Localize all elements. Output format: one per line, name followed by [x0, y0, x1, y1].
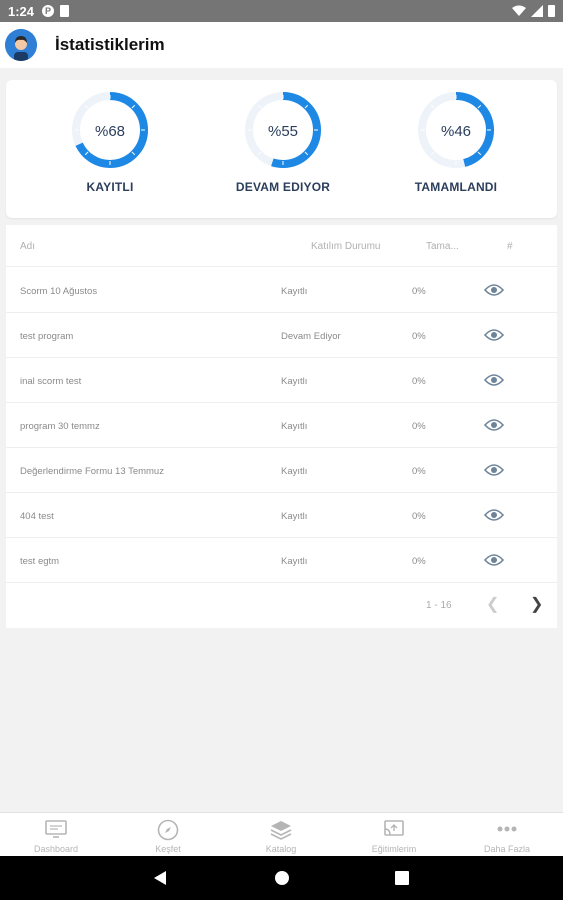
table-row[interactable]: Scorm 10 Ağustos Kayıtlı 0%	[6, 268, 557, 313]
column-header-status[interactable]: Katılım Durumu	[311, 241, 380, 252]
stat-percent: %46	[440, 123, 472, 140]
chevron-right-icon[interactable]: ❯	[530, 594, 543, 614]
page-title: İstatistiklerim	[55, 35, 165, 54]
stat-percent: %55	[267, 123, 299, 140]
chevron-left-icon[interactable]: ❮	[486, 594, 499, 614]
dashboard-icon	[45, 820, 67, 838]
more-icon	[497, 826, 517, 832]
table-row[interactable]: 404 test Kayıtlı 0%	[6, 493, 557, 538]
pagination: 1 - 16 ❮ ❯	[6, 583, 557, 628]
app-bar: İstatistiklerim	[0, 22, 563, 68]
table-row[interactable]: test egtm Kayıtlı 0%	[6, 538, 557, 583]
notification-icon: P	[42, 5, 55, 17]
row-completion: 0%	[412, 556, 426, 567]
stat-label: DEVAM EDIYOR	[235, 180, 331, 194]
nav-item-my-trainings[interactable]: Eğitimlerim	[338, 813, 450, 857]
table-row[interactable]: test program Devam Ediyor 0%	[6, 313, 557, 358]
view-icon[interactable]	[484, 372, 504, 388]
status-time: 1:24	[8, 3, 35, 19]
table-row[interactable]: program 30 temmz Kayıtlı 0%	[6, 403, 557, 448]
avatar[interactable]	[5, 29, 37, 61]
row-status: Kayıtlı	[281, 556, 308, 567]
nav-label: Daha Fazla	[483, 844, 531, 854]
row-status: Kayıtlı	[281, 466, 308, 477]
row-status: Kayıtlı	[281, 511, 308, 522]
table-row[interactable]: inal scorm test Kayıtlı 0%	[6, 358, 557, 403]
row-completion: 0%	[412, 466, 426, 477]
view-icon[interactable]	[484, 417, 504, 433]
row-completion: 0%	[412, 331, 426, 342]
nav-item-catalog[interactable]: Katalog	[225, 813, 337, 857]
layers-icon	[270, 821, 292, 840]
status-bar: 1:24 P	[0, 0, 563, 22]
cast-icon	[384, 820, 404, 836]
row-name: test program	[20, 331, 74, 342]
row-name: Scorm 10 Ağustos	[20, 286, 98, 297]
table-header: Adı Katılım Durumu Tama... #	[6, 225, 557, 267]
stat-label: KAYITLI	[86, 180, 134, 194]
row-status: Kayıtlı	[281, 286, 308, 297]
stats-card: %68 KAYITLI %55 DEVAM EDIYOR %46 TAMAMLA…	[6, 80, 557, 218]
view-icon[interactable]	[484, 327, 504, 343]
programs-table: Adı Katılım Durumu Tama... # Scorm 10 Ağ…	[6, 225, 557, 628]
stat-registered: %68 KAYITLI	[35, 88, 185, 213]
row-name: test egtm	[20, 556, 60, 567]
view-icon[interactable]	[484, 282, 504, 298]
stat-percent: %68	[94, 123, 126, 140]
view-icon[interactable]	[484, 507, 504, 523]
row-completion: 0%	[412, 376, 426, 387]
row-status: Kayıtlı	[281, 421, 308, 432]
row-status: Kayıtlı	[281, 376, 308, 387]
nav-item-explore[interactable]: Keşfet	[112, 813, 224, 857]
stat-completed: %46 TAMAMLANDI	[381, 88, 531, 213]
nav-item-dashboard[interactable]: Dashboard	[0, 813, 112, 857]
row-name: program 30 temmz	[20, 421, 100, 432]
row-name: inal scorm test	[20, 376, 82, 387]
compass-icon	[157, 819, 179, 841]
stat-in-progress: %55 DEVAM EDIYOR	[208, 88, 358, 213]
column-header-completion[interactable]: Tama...	[426, 241, 459, 252]
nav-label: Keşfet	[155, 844, 181, 854]
row-completion: 0%	[412, 421, 426, 432]
battery-icon	[548, 5, 555, 17]
bottom-nav: Dashboard Keşfet Katalog Eğitimlerim Dah…	[0, 812, 563, 856]
system-nav-bar	[0, 856, 563, 900]
row-completion: 0%	[412, 286, 426, 297]
recents-icon[interactable]	[395, 870, 409, 886]
nav-label: Eğitimlerim	[371, 844, 417, 854]
sd-card-icon	[60, 5, 70, 17]
row-completion: 0%	[412, 511, 426, 522]
nav-label: Katalog	[265, 844, 297, 854]
pagination-range: 1 - 16	[426, 600, 452, 611]
nav-item-more[interactable]: Daha Fazla	[451, 813, 563, 857]
back-icon[interactable]	[153, 870, 167, 886]
table-row[interactable]: Değerlendirme Formu 13 Temmuz Kayıtlı 0%	[6, 448, 557, 493]
view-icon[interactable]	[484, 552, 504, 568]
row-status: Devam Ediyor	[281, 331, 341, 342]
nav-label: Dashboard	[33, 844, 79, 854]
home-icon[interactable]	[274, 870, 290, 886]
row-name: 404 test	[20, 511, 54, 522]
wifi-icon	[512, 5, 526, 16]
signal-icon	[531, 5, 543, 17]
view-icon[interactable]	[484, 462, 504, 478]
stat-label: TAMAMLANDI	[414, 180, 498, 194]
row-name: Değerlendirme Formu 13 Temmuz	[20, 466, 164, 477]
column-header-name[interactable]: Adı	[20, 241, 35, 252]
column-header-action: #	[507, 241, 513, 252]
